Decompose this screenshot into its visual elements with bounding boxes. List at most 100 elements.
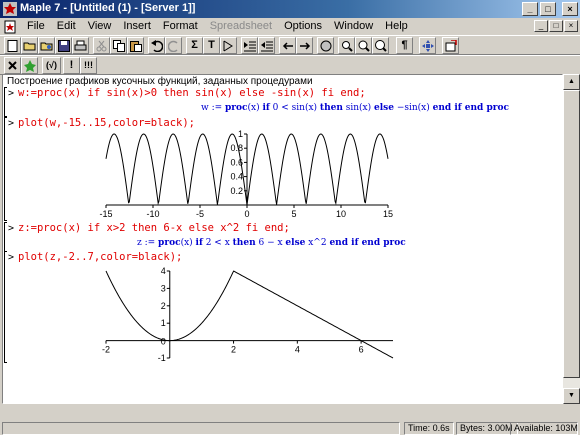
doc-close-button[interactable]: × <box>564 20 578 32</box>
scroll-down-icon[interactable]: ▼ <box>563 388 580 404</box>
text-icon[interactable]: T <box>203 37 220 54</box>
y-tick-label: -1 <box>158 353 166 363</box>
y-tick-label: 0.4 <box>230 172 243 182</box>
x-tick-label: 4 <box>295 345 300 355</box>
copy-icon[interactable] <box>110 37 127 54</box>
series-line <box>105 270 394 359</box>
stop-icon[interactable] <box>317 37 334 54</box>
x-tick-label: -2 <box>102 345 110 355</box>
close-x-icon[interactable] <box>4 57 21 74</box>
origin-label: 0 <box>161 337 166 347</box>
redo-icon[interactable] <box>165 37 182 54</box>
main-toolbar: Σ T ¶ <box>0 35 580 55</box>
scroll-thumb[interactable] <box>563 90 580 378</box>
group-bracket[interactable] <box>4 87 7 117</box>
y-tick-label: 1 <box>238 130 243 139</box>
group-bracket[interactable] <box>4 251 7 363</box>
menu-options[interactable]: Options <box>278 19 328 34</box>
prompt: > <box>8 223 15 234</box>
text-input-button[interactable]: (√) <box>42 57 61 74</box>
pilcrow-icon[interactable]: ¶ <box>396 37 413 54</box>
print-icon[interactable] <box>72 37 89 54</box>
undo-icon[interactable] <box>148 37 165 54</box>
open-icon[interactable] <box>21 37 38 54</box>
open-url-icon[interactable] <box>38 37 55 54</box>
document-icon[interactable] <box>3 20 17 34</box>
menu-edit[interactable]: Edit <box>51 19 82 34</box>
prompt: > <box>8 88 15 99</box>
sigma-icon[interactable]: Σ <box>186 37 203 54</box>
y-tick-label: 1 <box>161 318 166 328</box>
zoom-200-icon[interactable] <box>372 37 389 54</box>
x-tick-label: 0 <box>244 209 249 219</box>
x-tick-label: -10 <box>146 209 159 219</box>
cut-icon[interactable] <box>93 37 110 54</box>
x-tick-label: -5 <box>196 209 204 219</box>
x-tick-label: 2 <box>231 345 236 355</box>
group-bracket[interactable] <box>4 222 7 252</box>
forward-icon[interactable] <box>296 37 313 54</box>
execute-all-button[interactable]: !!! <box>80 57 97 74</box>
output-z: z := proc(x) if 2 < x then 6 − x else x^… <box>137 238 406 248</box>
zoom-100-icon[interactable] <box>338 37 355 54</box>
status-time: Time: 0.6s <box>404 422 454 435</box>
y-tick-label: 2 <box>161 301 166 311</box>
worksheet[interactable]: Построение графиков кусочных функций, за… <box>2 74 563 404</box>
menu-format[interactable]: Format <box>157 19 204 34</box>
restart-icon[interactable] <box>442 37 459 54</box>
y-tick-label: 3 <box>161 283 166 293</box>
input-line-w[interactable]: w:=proc(x) if sin(x)>0 then sin(x) else … <box>18 87 366 99</box>
input-line-plot-w[interactable]: plot(w,-15..15,color=black); <box>18 117 195 129</box>
save-icon[interactable] <box>55 37 72 54</box>
execute-icon[interactable] <box>21 57 38 74</box>
y-tick-label: 0.2 <box>230 186 243 196</box>
x-tick-label: 5 <box>291 209 296 219</box>
zoom-150-icon[interactable] <box>355 37 372 54</box>
paste-icon[interactable] <box>127 37 144 54</box>
x-tick-label: -15 <box>99 209 112 219</box>
doc-restore-button[interactable]: □ <box>549 20 563 32</box>
menu-bar: File Edit View Insert Format Spreadsheet… <box>0 18 580 35</box>
indent-icon[interactable] <box>241 37 258 54</box>
group-bracket[interactable] <box>4 117 7 221</box>
expand-icon[interactable] <box>419 37 436 54</box>
input-icon[interactable] <box>220 37 237 54</box>
title-bar: Maple 7 - [Untitled (1) - [Server 1]] _ … <box>0 0 580 18</box>
outdent-icon[interactable] <box>258 37 275 54</box>
status-bytes: Bytes: 3.00M <box>456 422 518 435</box>
maple-leaf-icon <box>3 2 17 16</box>
status-available: Available: 103M <box>510 422 578 435</box>
y-tick-label: 0.8 <box>230 143 243 153</box>
y-tick-label: 4 <box>161 266 166 276</box>
back-icon[interactable] <box>279 37 296 54</box>
execute-group-button[interactable]: ! <box>63 57 80 74</box>
output-w: w := proc(x) if 0 < sin(x) then sin(x) e… <box>201 103 509 113</box>
input-line-plot-z[interactable]: plot(z,-2..7,color=black); <box>18 251 182 263</box>
new-icon[interactable] <box>4 37 21 54</box>
window-title: Maple 7 - [Untitled (1) - [Server 1]] <box>20 2 196 14</box>
plot-piecewise-z[interactable]: -2 2 4 6 -1 1 2 3 4 0 <box>96 265 401 365</box>
x-tick-label: 15 <box>383 209 393 219</box>
prompt: > <box>8 252 15 263</box>
menu-spreadsheet[interactable]: Spreadsheet <box>204 19 278 34</box>
vertical-scrollbar[interactable]: ▲ ▼ <box>563 74 580 404</box>
menu-view[interactable]: View <box>82 19 118 34</box>
doc-minimize-button[interactable]: _ <box>534 20 548 32</box>
maximize-button[interactable]: □ <box>540 2 556 16</box>
status-message <box>2 422 400 435</box>
prompt: > <box>8 118 15 129</box>
status-bar: Time: 0.6s Bytes: 3.00M Available: 103M <box>0 420 580 435</box>
menu-help[interactable]: Help <box>379 19 414 34</box>
menu-insert[interactable]: Insert <box>117 19 157 34</box>
x-tick-label: 10 <box>336 209 346 219</box>
scroll-up-icon[interactable]: ▲ <box>563 74 580 90</box>
x-tick-label: 6 <box>359 345 364 355</box>
minimize-button[interactable]: _ <box>522 2 538 16</box>
plot-abs-sin[interactable]: -15 -10 -5 0 5 10 150.20.40.60.81 <box>96 130 401 220</box>
menu-window[interactable]: Window <box>328 19 379 34</box>
context-toolbar: (√) ! !!! <box>0 55 580 75</box>
input-line-z[interactable]: z:=proc(x) if x>2 then 6-x else x^2 fi e… <box>18 222 290 234</box>
close-button[interactable]: × <box>562 2 578 16</box>
worksheet-header-text: Построение графиков кусочных функций, за… <box>7 76 313 87</box>
menu-file[interactable]: File <box>21 19 51 34</box>
